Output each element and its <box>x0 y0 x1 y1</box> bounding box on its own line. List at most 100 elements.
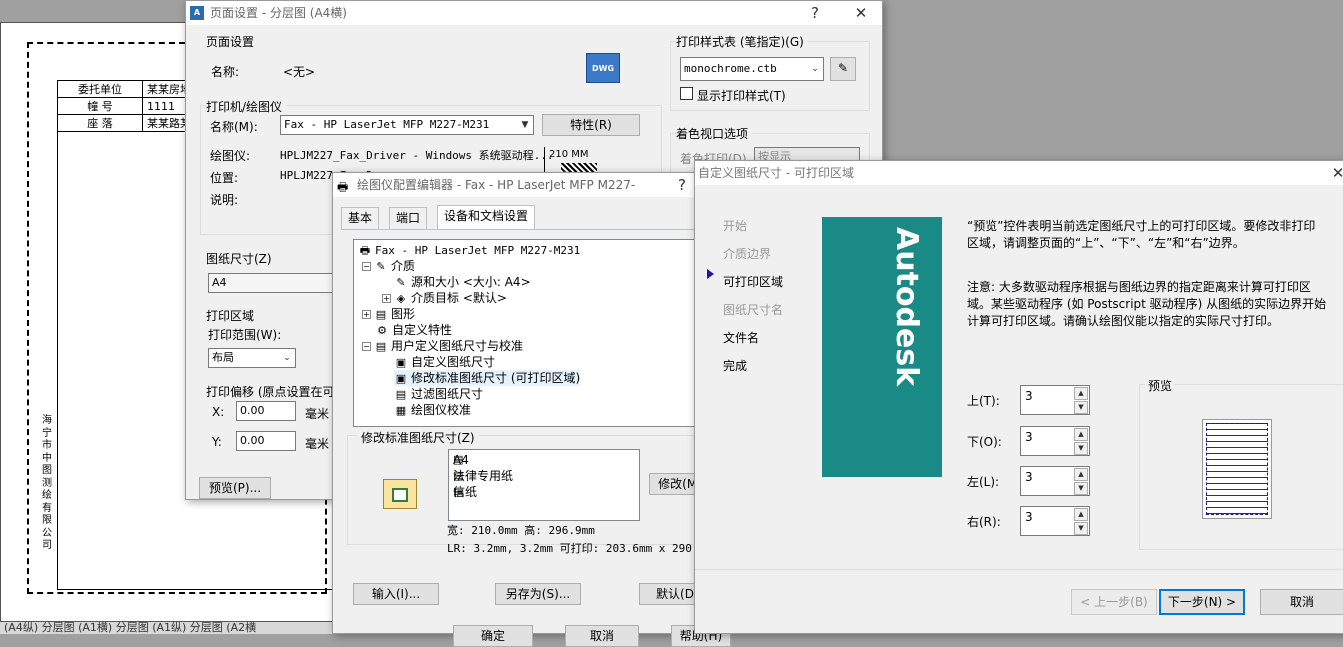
collapse-icon[interactable]: − <box>362 342 371 351</box>
bottom-margin-label: 下(O): <box>967 435 1002 449</box>
preview-button[interactable]: 预览(P)... <box>199 477 271 499</box>
custom-paper-title: 自定义图纸尺寸 - 可打印区域 <box>698 166 854 180</box>
plotter-app-icon: 🖶 <box>337 180 349 194</box>
tree-node-custom-properties[interactable]: ⚙ 自定义特性 <box>375 322 452 338</box>
tree-node-plotter-calibration[interactable]: ▦ 绘图仪校准 <box>394 402 471 418</box>
plot-style-select[interactable]: monochrome.ctb ⌄ <box>680 57 824 81</box>
tree-node-user-paper-calibration[interactable]: − ▤ 用户定义图纸尺寸与校准 <box>362 338 523 354</box>
spin-down-icon[interactable]: ▼ <box>1074 442 1088 455</box>
page-setup-group-title: 页面设置 <box>206 35 255 49</box>
company-name-vertical: 海宁市中图测绘有限公司 <box>42 415 52 551</box>
tab-basic[interactable]: 基本 <box>341 207 380 229</box>
top-margin-value[interactable]: 3 <box>1025 389 1033 403</box>
cancel-button[interactable]: 取消 <box>1260 589 1343 615</box>
printer-group-title: 打印机/绘图仪 <box>206 98 287 115</box>
tree-node-custom-paper-size[interactable]: ▣ 自定义图纸尺寸 <box>394 354 495 370</box>
tree-node-graphics[interactable]: + ▤ 图形 <box>362 306 415 322</box>
close-icon[interactable]: ✕ <box>846 1 876 25</box>
printer-name-select[interactable]: Fax - HP LaserJet MFP M227-M231 ▼ <box>280 115 534 135</box>
cancel-button[interactable]: 取消 <box>565 625 639 647</box>
right-margin-label: 右(R): <box>967 515 1001 529</box>
printer-icon: 🖶 <box>359 244 371 257</box>
page-setup-title: 页面设置 - 分层图 (A4横) <box>210 6 347 20</box>
ok-button[interactable]: 确定 <box>453 625 533 647</box>
nav-step-file-name: 文件名 <box>723 331 760 345</box>
layout-tabs[interactable]: (A4纵) 分层图 (A1横) 分层图 (A1纵) 分层图 (A2横 <box>0 622 338 634</box>
tree-node-source-size[interactable]: ✎ 源和大小 <大小: A4> <box>394 274 530 290</box>
top-margin-spinner[interactable]: 3 ▲ ▼ <box>1020 385 1090 415</box>
tab-device-document-settings[interactable]: 设备和文档设置 <box>437 205 536 229</box>
paper-size-list[interactable]: ▤ A4 ▤ 法律专用纸 ▤ 信纸 <box>448 449 640 521</box>
preview-paper <box>1202 419 1272 519</box>
tree-node-media[interactable]: − ✎ 介质 <box>362 258 415 274</box>
back-button[interactable]: < 上一步(B) <box>1071 589 1157 615</box>
tree-node-media-destination[interactable]: + ◈ 介质目标 <默认> <box>382 290 507 306</box>
printable-area-info: LR: 3.2mm, 3.2mm 可打印: 203.6mm x 290.6 <box>447 542 706 555</box>
x-offset-input[interactable]: 0.00 <box>236 401 296 421</box>
expand-icon[interactable]: + <box>362 310 371 319</box>
location-label: 位置: <box>210 171 239 185</box>
expand-icon[interactable]: + <box>382 294 391 303</box>
nav-step-paper-size-name: 图纸尺寸名 <box>723 303 784 317</box>
drawing-info-table: 委托单位 某某房地 幢 号 1111 座 落某某路某 <box>57 80 196 132</box>
paper-size-select[interactable]: A4 <box>208 273 333 293</box>
spin-up-icon[interactable]: ▲ <box>1074 468 1088 481</box>
tab-ports[interactable]: 端口 <box>389 207 428 229</box>
list-item[interactable]: ▤ 信纸 <box>453 484 477 500</box>
tree-node-filter-paper[interactable]: ▤ 过滤图纸尺寸 <box>394 386 483 402</box>
chevron-down-icon: ▼ <box>521 120 529 130</box>
show-plot-styles-label: 显示打印样式(T) <box>697 89 786 103</box>
collapse-icon[interactable]: − <box>362 262 371 271</box>
spin-up-icon[interactable]: ▲ <box>1074 508 1088 521</box>
bottom-margin-spinner[interactable]: 3 ▲ ▼ <box>1020 426 1090 456</box>
spin-up-icon[interactable]: ▲ <box>1074 387 1088 400</box>
filter-paper-icon: ▤ <box>395 388 407 401</box>
close-icon[interactable]: ✕ <box>1323 161 1343 185</box>
layout-tabs-label[interactable]: (A4纵) 分层图 (A1横) 分层图 (A1纵) 分层图 (A2横 <box>4 622 256 634</box>
printable-area-note: 注意: 大多数驱动程序根据与图纸边界的指定距离来计算可打印区域。某些驱动程序 (… <box>967 280 1327 328</box>
spin-down-icon[interactable]: ▼ <box>1074 522 1088 535</box>
show-plot-styles-checkbox[interactable] <box>680 87 693 100</box>
custom-paper-titlebar[interactable]: 自定义图纸尺寸 - 可打印区域 <box>695 161 1343 185</box>
autodesk-logo-text: Autodesk <box>889 227 924 387</box>
spin-down-icon[interactable]: ▼ <box>1074 482 1088 495</box>
right-margin-value[interactable]: 3 <box>1025 510 1033 524</box>
plotter-value: HPLJM227_Fax_Driver - Windows 系统驱动程... <box>280 149 554 162</box>
edit-plot-style-button[interactable]: ✎ <box>830 57 856 81</box>
tree-node-fax[interactable]: 🖶 Fax - HP LaserJet MFP M227-M231 <box>358 242 581 258</box>
help-icon[interactable]: ? <box>800 1 830 25</box>
bottom-margin-value[interactable]: 3 <box>1025 430 1033 444</box>
spin-down-icon[interactable]: ▼ <box>1074 401 1088 414</box>
list-item[interactable]: ▤ A4 <box>453 452 469 468</box>
left-margin-value[interactable]: 3 <box>1025 470 1033 484</box>
save-as-button[interactable]: 另存为(S)... <box>495 583 581 605</box>
right-margin-spinner[interactable]: 3 ▲ ▼ <box>1020 506 1090 536</box>
paper-icon: ▤ <box>453 469 464 482</box>
calibration-icon: ▦ <box>395 404 407 417</box>
paper-icon: ▤ <box>453 453 464 466</box>
import-button[interactable]: 输入(I)... <box>353 583 439 605</box>
spin-up-icon[interactable]: ▲ <box>1074 428 1088 441</box>
table-row: 幢 号 1111 <box>57 97 196 115</box>
footer-divider <box>695 569 1343 570</box>
user-paper-icon: ▤ <box>375 340 387 353</box>
tree-node-modify-standard-paper[interactable]: ▣ 修改标准图纸尺寸 (可打印区域) <box>394 370 581 386</box>
plotter-config-editor-dialog: 绘图仪配置编辑器 - Fax - HP LaserJet MFP M227- 🖶… <box>332 172 731 647</box>
y-offset-input[interactable]: 0.00 <box>236 431 296 451</box>
list-item[interactable]: ▤ 法律专用纸 <box>453 468 513 484</box>
left-margin-spinner[interactable]: 3 ▲ ▼ <box>1020 466 1090 496</box>
properties-button[interactable]: 特性(R) <box>542 114 640 136</box>
device-settings-tree[interactable]: 🖶 Fax - HP LaserJet MFP M227-M231 − ✎ 介质 ✎ 源… <box>353 239 703 427</box>
printer-name-label: 名称(M): <box>210 120 258 134</box>
paper-icon: ▤ <box>453 485 464 498</box>
plotter-editor-titlebar[interactable]: 绘图仪配置编辑器 - Fax - HP LaserJet MFP M227- <box>333 173 711 197</box>
name-value: <无> <box>283 65 316 79</box>
page-setup-titlebar[interactable]: 页面设置 - 分层图 (A4横) <box>186 1 882 25</box>
plot-range-select[interactable]: 布局 ⌄ <box>208 348 296 368</box>
shaded-viewport-group-title: 着色视口选项 <box>676 125 753 142</box>
modify-paper-icon: ▣ <box>395 372 407 385</box>
next-button[interactable]: 下一步(N) > <box>1159 589 1245 615</box>
chevron-down-icon: ⌄ <box>283 353 291 363</box>
help-icon[interactable]: ? <box>667 173 697 197</box>
table-row: 座 落某某路某 <box>57 114 196 132</box>
